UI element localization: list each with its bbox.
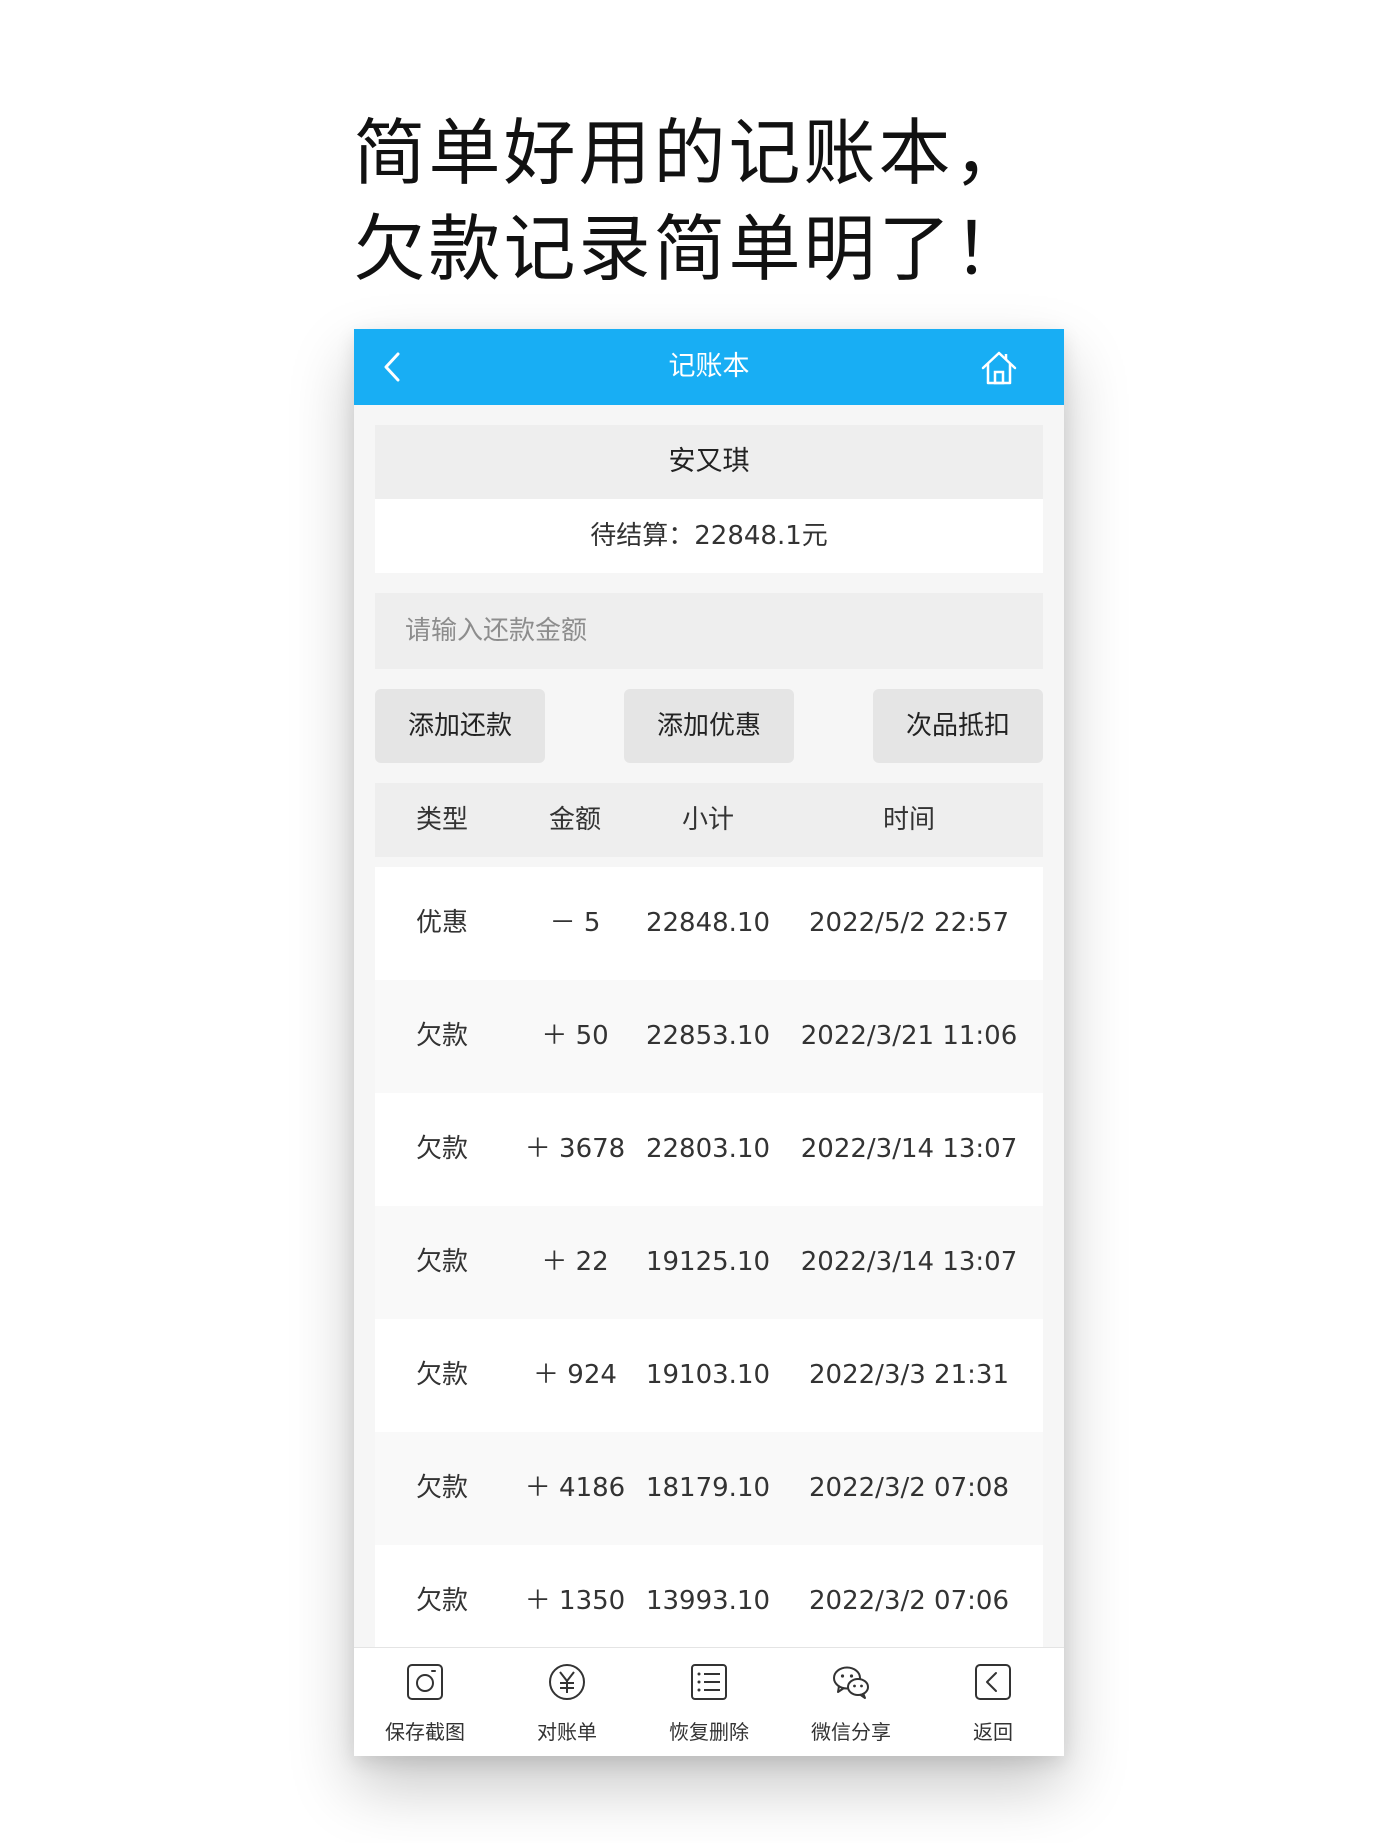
action-buttons: 添加还款 添加优惠 次品抵扣: [375, 689, 1043, 763]
repayment-amount-input[interactable]: [375, 593, 1043, 669]
table-row[interactable]: 欠款 ＋ 22 19125.10 2022/3/14 13:07: [375, 1206, 1043, 1319]
cell-amount: ＋ 3678: [524, 1134, 626, 1164]
table-row[interactable]: 欠款 ＋ 1350 13993.10 2022/3/2 07:06: [375, 1545, 1043, 1658]
add-repayment-button[interactable]: 添加还款: [375, 689, 545, 763]
header-subtotal: 小计: [681, 805, 734, 835]
cell-subtotal: 22803.10: [645, 1134, 771, 1164]
cell-time: 2022/3/3 21:31: [809, 1360, 1009, 1390]
tab-label: 恢复删除: [669, 1720, 749, 1744]
table-row[interactable]: 欠款 ＋ 3678 22803.10 2022/3/14 13:07: [375, 1093, 1043, 1206]
table-row[interactable]: 欠款 ＋ 924 19103.10 2022/3/3 21:31: [375, 1319, 1043, 1432]
headline-line-2: 欠款记录简单明了！: [353, 207, 1029, 291]
tab-label: 返回: [973, 1720, 1013, 1744]
tab-label: 对账单: [537, 1720, 597, 1744]
tab-label: 微信分享: [811, 1720, 891, 1744]
headline-line-1: 简单好用的记账本，: [353, 111, 1029, 195]
cell-time: 2022/5/2 22:57: [809, 908, 1009, 938]
header-time: 时间: [882, 805, 935, 835]
cell-type: 欠款: [415, 1360, 468, 1390]
tab-statement[interactable]: 对账单: [496, 1648, 638, 1756]
table-header: 类型 金额 小计 时间: [375, 783, 1043, 857]
cell-amount: ＋ 4186: [524, 1473, 626, 1503]
home-button[interactable]: [980, 349, 1018, 387]
customer-name: 安又琪: [375, 425, 1043, 499]
add-discount-button[interactable]: 添加优惠: [624, 689, 794, 763]
table-row[interactable]: 欠款 ＋ 4186 18179.10 2022/3/2 07:08: [375, 1432, 1043, 1545]
nav-bar: 记账本: [354, 329, 1064, 405]
ledger-rows: 优惠 － 5 22848.10 2022/5/2 22:57 欠款 ＋ 50 2…: [375, 867, 1043, 1658]
cell-subtotal: 19103.10: [645, 1360, 771, 1390]
cell-subtotal: 22848.10: [645, 908, 771, 938]
list-icon: [691, 1664, 727, 1700]
cell-time: 2022/3/21 11:06: [800, 1021, 1018, 1051]
cell-type: 优惠: [415, 908, 468, 938]
cell-type: 欠款: [415, 1247, 468, 1277]
header-amount: 金额: [548, 805, 601, 835]
tab-back[interactable]: 返回: [922, 1648, 1064, 1756]
back-icon: [975, 1664, 1011, 1700]
cell-type: 欠款: [415, 1134, 468, 1164]
defect-deduction-button[interactable]: 次品抵扣: [873, 689, 1043, 763]
yen-icon: [549, 1664, 585, 1700]
tab-restore-deleted[interactable]: 恢复删除: [638, 1648, 780, 1756]
table-row[interactable]: 优惠 － 5 22848.10 2022/5/2 22:57: [375, 867, 1043, 980]
cell-type: 欠款: [415, 1473, 468, 1503]
tab-label: 保存截图: [385, 1720, 465, 1744]
cell-subtotal: 19125.10: [645, 1247, 771, 1277]
camera-icon: [407, 1664, 443, 1700]
ledger-content: 安又琪 待结算：22848.1元 添加还款 添加优惠 次品抵扣 类型 金额 小计…: [375, 425, 1043, 1658]
bottom-tab-bar: 保存截图 对账单 恢复删除 微信分享 返回: [354, 1647, 1064, 1756]
cell-subtotal: 22853.10: [645, 1021, 771, 1051]
cell-amount: ＋ 22: [541, 1247, 609, 1277]
tab-save-screenshot[interactable]: 保存截图: [354, 1648, 496, 1756]
cell-time: 2022/3/14 13:07: [800, 1247, 1018, 1277]
app-screen: 记账本 安又琪 待结算：22848.1元 添加还款 添加优惠 次品抵扣 类型: [354, 329, 1064, 1756]
cell-time: 2022/3/2 07:08: [809, 1473, 1009, 1503]
header-type: 类型: [415, 805, 468, 835]
tab-wechat-share[interactable]: 微信分享: [780, 1648, 922, 1756]
back-button[interactable]: [376, 349, 412, 385]
cell-time: 2022/3/14 13:07: [800, 1134, 1018, 1164]
page-title: 记账本: [668, 351, 750, 382]
pending-balance: 待结算：22848.1元: [375, 499, 1043, 573]
cell-type: 欠款: [415, 1021, 468, 1051]
cell-subtotal: 18179.10: [645, 1473, 771, 1503]
wechat-icon: [833, 1666, 869, 1699]
cell-time: 2022/3/2 07:06: [809, 1586, 1009, 1616]
chevron-left-icon: [384, 352, 400, 382]
cell-amount: ＋ 50: [541, 1021, 609, 1051]
cell-amount: ＋ 924: [533, 1360, 617, 1390]
cell-amount: ＋ 1350: [524, 1586, 626, 1616]
table-row[interactable]: 欠款 ＋ 50 22853.10 2022/3/21 11:06: [375, 980, 1043, 1093]
promo-headline: 简单好用的记账本， 欠款记录简单明了！: [0, 105, 1382, 297]
home-icon: [981, 351, 1017, 385]
cell-amount: － 5: [549, 908, 601, 938]
cell-type: 欠款: [415, 1586, 468, 1616]
cell-subtotal: 13993.10: [645, 1586, 771, 1616]
